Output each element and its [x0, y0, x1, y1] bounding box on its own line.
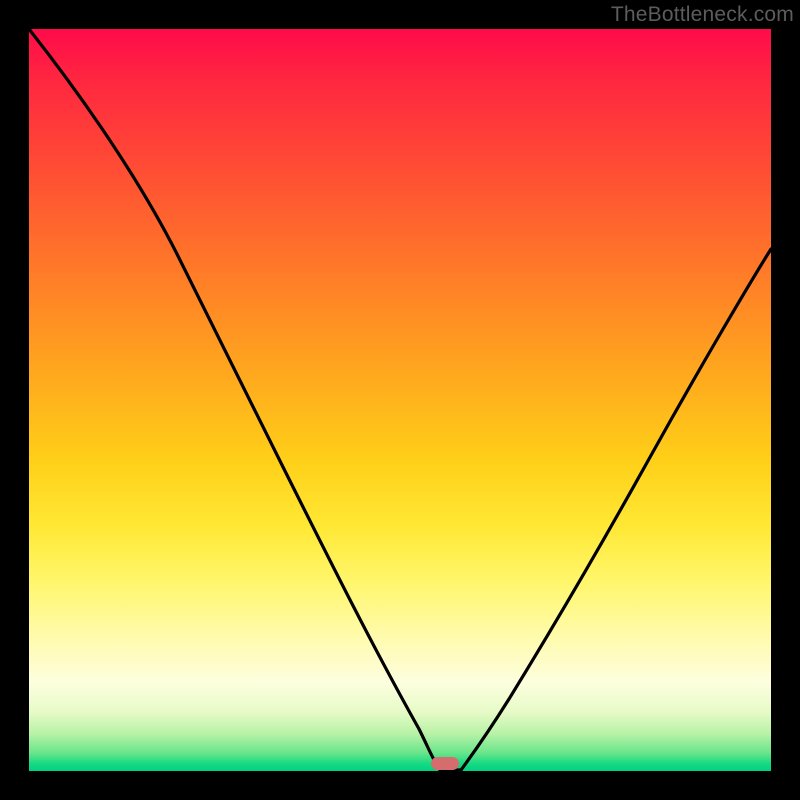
- bottleneck-curve: [29, 29, 771, 771]
- optimal-point-marker: [431, 757, 459, 770]
- curve-path: [29, 29, 771, 770]
- plot-area: [29, 29, 771, 771]
- chart-frame: TheBottleneck.com: [0, 0, 800, 800]
- watermark-text: TheBottleneck.com: [611, 3, 794, 27]
